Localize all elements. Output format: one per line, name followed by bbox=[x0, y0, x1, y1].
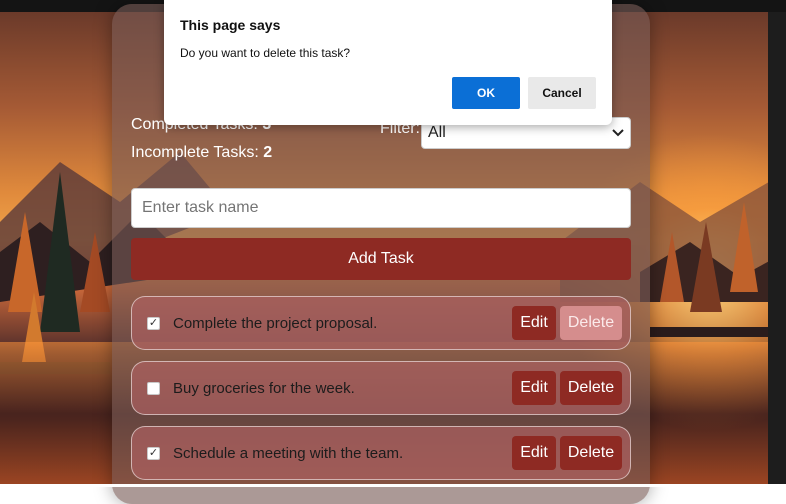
task-name-placeholder: Enter task name bbox=[142, 199, 259, 216]
dialog-message: Do you want to delete this task? bbox=[180, 46, 351, 60]
edit-task-button[interactable]: Edit bbox=[512, 306, 556, 340]
dialog-title: This page says bbox=[180, 17, 281, 33]
dialog-cancel-button[interactable]: Cancel bbox=[528, 77, 596, 109]
window-edge bbox=[768, 12, 786, 487]
checkmark-icon: ✓ bbox=[148, 446, 159, 459]
task-item: ✓ Complete the project proposal. Edit De… bbox=[131, 296, 631, 350]
add-task-button[interactable]: Add Task bbox=[131, 238, 631, 280]
edit-task-button[interactable]: Edit bbox=[512, 436, 556, 470]
task-item: Buy groceries for the week. Edit Delete bbox=[131, 361, 631, 415]
task-name: Buy groceries for the week. bbox=[173, 379, 355, 397]
delete-task-button[interactable]: Delete bbox=[560, 436, 622, 470]
task-name: Schedule a meeting with the team. bbox=[173, 444, 404, 462]
incomplete-tasks-label: Incomplete Tasks: bbox=[131, 144, 259, 161]
task-checkbox[interactable] bbox=[147, 381, 160, 395]
incomplete-tasks-stat: Incomplete Tasks: 2 bbox=[131, 139, 272, 167]
delete-task-button[interactable]: Delete bbox=[560, 371, 622, 405]
task-checkbox[interactable]: ✓ bbox=[147, 316, 160, 330]
task-checkbox[interactable]: ✓ bbox=[147, 446, 160, 460]
delete-task-button[interactable]: Delete bbox=[560, 306, 622, 340]
checkmark-icon: ✓ bbox=[148, 316, 159, 329]
filter-selected-value: All bbox=[428, 124, 446, 141]
task-item: ✓ Schedule a meeting with the team. Edit… bbox=[131, 426, 631, 480]
chevron-down-icon bbox=[612, 129, 624, 137]
task-name-input[interactable]: Enter task name bbox=[131, 188, 631, 228]
incomplete-tasks-count: 2 bbox=[263, 144, 273, 161]
edit-task-button[interactable]: Edit bbox=[512, 371, 556, 405]
dialog-ok-button[interactable]: OK bbox=[452, 77, 520, 109]
confirm-dialog: This page says Do you want to delete thi… bbox=[164, 0, 612, 125]
task-name: Complete the project proposal. bbox=[173, 314, 378, 332]
